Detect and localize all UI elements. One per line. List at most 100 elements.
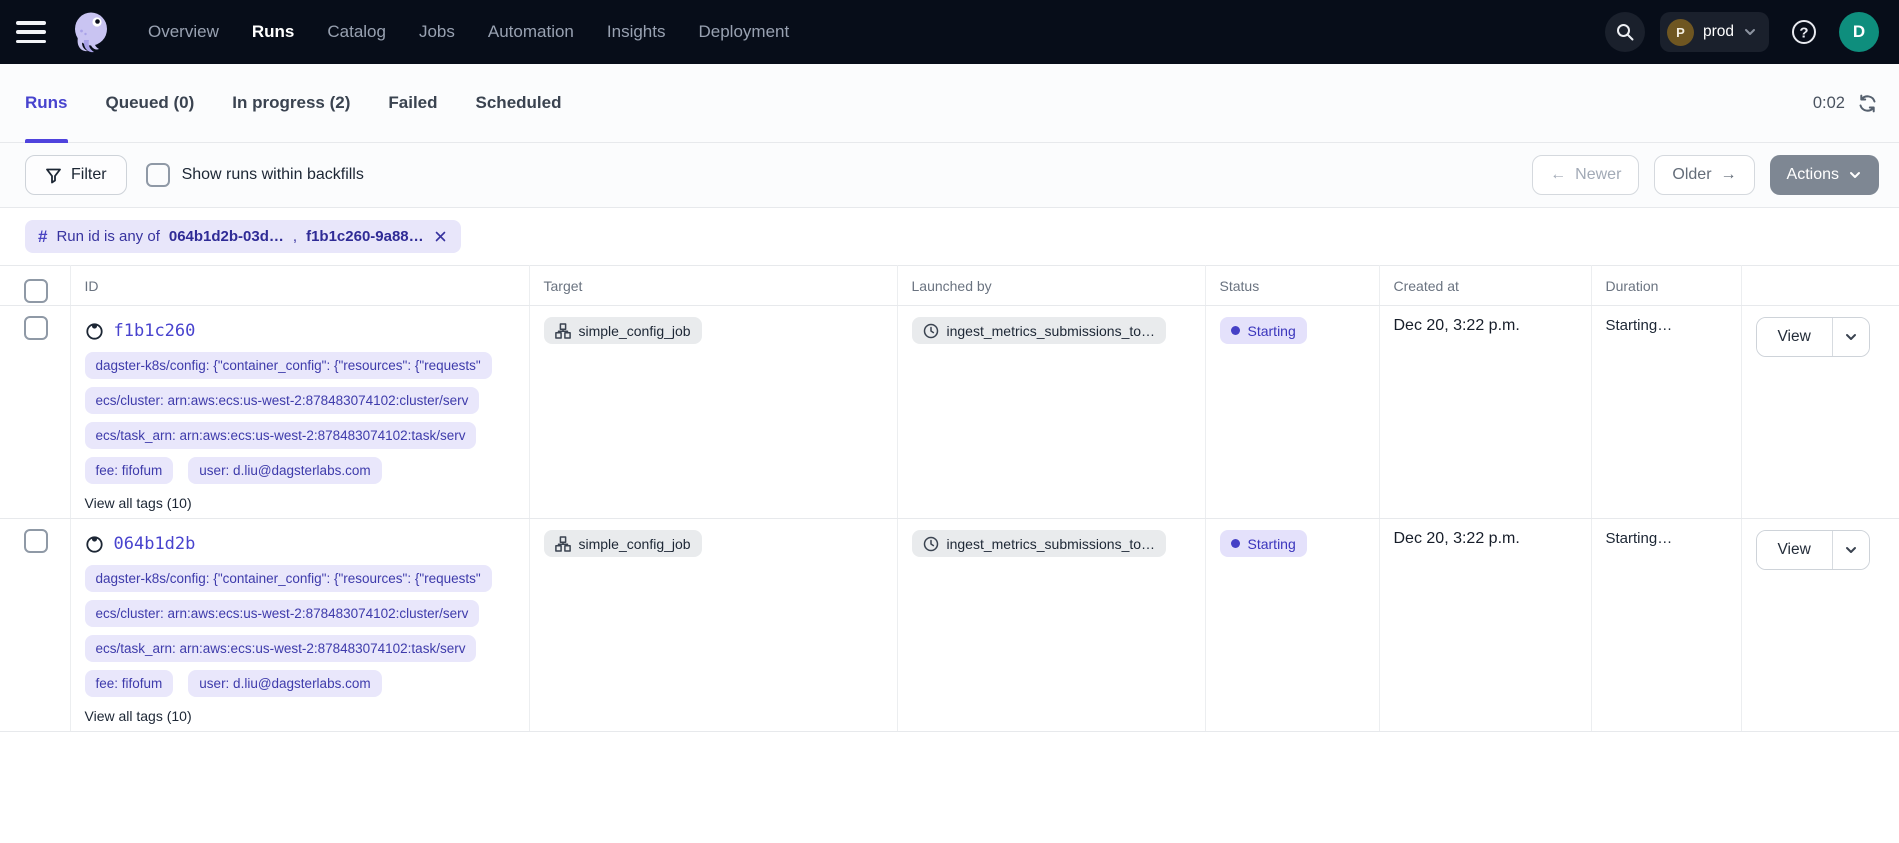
nav-item-catalog[interactable]: Catalog [327, 22, 386, 42]
runs-table: ID Target Launched by Status Created at … [0, 265, 1899, 732]
target-job-name: simple_config_job [579, 323, 691, 339]
chevron-down-icon [1848, 168, 1862, 182]
run-tag[interactable]: ecs/cluster: arn:aws:ecs:us-west-2:87848… [85, 600, 480, 627]
view-all-tags-link[interactable]: View all tags (10) [85, 708, 192, 724]
user-avatar[interactable]: D [1839, 12, 1879, 52]
hash-icon: # [38, 227, 47, 247]
run-id-link[interactable]: f1b1c260 [114, 321, 196, 341]
run-starting-spinner-icon [85, 322, 104, 341]
help-icon: ? [1789, 17, 1819, 47]
newer-button[interactable]: ← Newer [1532, 155, 1639, 195]
column-header-target: Target [529, 266, 897, 306]
dagster-logo-icon[interactable] [68, 9, 114, 55]
actions-button-label: Actions [1787, 166, 1839, 184]
active-filters-row: # Run id is any of 064b1d2b-03d… , f1b1c… [0, 208, 1899, 265]
chevron-down-icon [1844, 330, 1858, 344]
status-badge[interactable]: Starting [1220, 530, 1307, 557]
hamburger-menu-icon[interactable] [16, 21, 46, 43]
row-checkbox[interactable] [24, 529, 48, 553]
topbar-right: P prod ? D [1605, 12, 1879, 52]
status-dot-icon [1231, 539, 1240, 548]
view-menu-button[interactable] [1833, 531, 1869, 569]
filter-chip-run-id-1: 064b1d2b-03d… [169, 228, 284, 245]
nav-item-insights[interactable]: Insights [607, 22, 666, 42]
filter-chip-separator: , [293, 228, 297, 245]
created-at-value: Dec 20, 3:22 p.m. [1394, 317, 1520, 334]
launched-by-pill[interactable]: ingest_metrics_submissions_to… [912, 530, 1167, 557]
run-tag[interactable]: dagster-k8s/config: {"container_config":… [85, 352, 492, 379]
status-label: Starting [1248, 536, 1296, 552]
workspace-name: prod [1703, 23, 1734, 41]
view-menu-button[interactable] [1833, 318, 1869, 356]
show-backfills-label: Show runs within backfills [182, 166, 364, 184]
run-table-row: 064b1d2b dagster-k8s/config: {"container… [0, 519, 1899, 732]
help-button[interactable]: ? [1784, 12, 1824, 52]
view-run-button[interactable]: View [1757, 531, 1833, 569]
workspace-switcher[interactable]: P prod [1660, 12, 1769, 52]
run-starting-spinner-icon [85, 535, 104, 554]
show-backfills-checkbox[interactable] [146, 163, 170, 187]
refresh-icon[interactable] [1857, 92, 1879, 114]
nav-item-overview[interactable]: Overview [148, 22, 219, 42]
filter-toolbar: Filter Show runs within backfills ← Newe… [0, 143, 1899, 208]
arrow-right-icon: → [1721, 166, 1737, 184]
run-tag[interactable]: dagster-k8s/config: {"container_config":… [85, 565, 492, 592]
tab-scheduled[interactable]: Scheduled [476, 64, 562, 142]
run-id-filter-chip[interactable]: # Run id is any of 064b1d2b-03d… , f1b1c… [25, 220, 461, 253]
filter-chip-prefix: Run id is any of [56, 228, 159, 245]
search-button[interactable] [1605, 12, 1645, 52]
run-table-row: f1b1c260 dagster-k8s/config: {"container… [0, 306, 1899, 519]
target-job-pill[interactable]: simple_config_job [544, 317, 702, 344]
topbar: Overview Runs Catalog Jobs Automation Insight… [0, 0, 1899, 64]
run-tag[interactable]: ecs/cluster: arn:aws:ecs:us-west-2:87848… [85, 387, 480, 414]
column-header-launched-by: Launched by [897, 266, 1205, 306]
run-tag[interactable]: fee: fifofum [85, 457, 174, 484]
filter-button-label: Filter [71, 166, 107, 184]
column-header-id: ID [70, 266, 529, 306]
column-header-duration: Duration [1591, 266, 1741, 306]
column-header-created-at: Created at [1379, 266, 1591, 306]
chevron-down-icon [1844, 543, 1858, 557]
actions-button[interactable]: Actions [1770, 155, 1879, 195]
duration-value: Starting… [1606, 530, 1673, 547]
launched-by-name: ingest_metrics_submissions_to… [947, 536, 1156, 552]
table-header-row: ID Target Launched by Status Created at … [0, 266, 1899, 306]
older-button[interactable]: Older → [1654, 155, 1754, 195]
chevron-down-icon [1743, 25, 1757, 39]
workspace-avatar: P [1667, 19, 1694, 46]
nav-item-jobs[interactable]: Jobs [419, 22, 455, 42]
row-checkbox[interactable] [24, 316, 48, 340]
runs-tabs-bar: Runs Queued (0) In progress (2) Failed Sched… [0, 64, 1899, 143]
launched-by-pill[interactable]: ingest_metrics_submissions_to… [912, 317, 1167, 344]
tab-queued-0[interactable]: Queued (0) [106, 64, 195, 142]
funnel-icon [45, 167, 62, 184]
nav-item-deployment[interactable]: Deployment [698, 22, 789, 42]
tab-failed[interactable]: Failed [388, 64, 437, 142]
tab-in-progress-2[interactable]: In progress (2) [232, 64, 350, 142]
run-id-link[interactable]: 064b1d2b [114, 534, 196, 554]
status-badge[interactable]: Starting [1220, 317, 1307, 344]
run-tag[interactable]: ecs/task_arn: arn:aws:ecs:us-west-2:8784… [85, 422, 477, 449]
status-label: Starting [1248, 323, 1296, 339]
tab-runs[interactable]: Runs [25, 64, 68, 142]
view-all-tags-link[interactable]: View all tags (10) [85, 495, 192, 511]
view-run-button[interactable]: View [1757, 318, 1833, 356]
filter-chip-run-id-2: f1b1c260-9a88… [306, 228, 424, 245]
svg-text:?: ? [1799, 25, 1808, 42]
refresh-countdown: 0:02 [1813, 94, 1845, 113]
newer-button-label: Newer [1575, 166, 1621, 184]
nav-item-automation[interactable]: Automation [488, 22, 574, 42]
run-tag[interactable]: user: d.liu@dagsterlabs.com [188, 457, 381, 484]
older-button-label: Older [1672, 166, 1711, 184]
arrow-left-icon: ← [1550, 166, 1566, 184]
run-tag[interactable]: user: d.liu@dagsterlabs.com [188, 670, 381, 697]
status-dot-icon [1231, 326, 1240, 335]
duration-value: Starting… [1606, 317, 1673, 334]
filter-button[interactable]: Filter [25, 155, 127, 195]
target-job-pill[interactable]: simple_config_job [544, 530, 702, 557]
run-tag[interactable]: ecs/task_arn: arn:aws:ecs:us-west-2:8784… [85, 635, 477, 662]
nav-item-runs[interactable]: Runs [252, 22, 295, 42]
select-all-checkbox[interactable] [24, 279, 48, 303]
run-tag[interactable]: fee: fifofum [85, 670, 174, 697]
remove-filter-icon[interactable] [433, 229, 448, 244]
